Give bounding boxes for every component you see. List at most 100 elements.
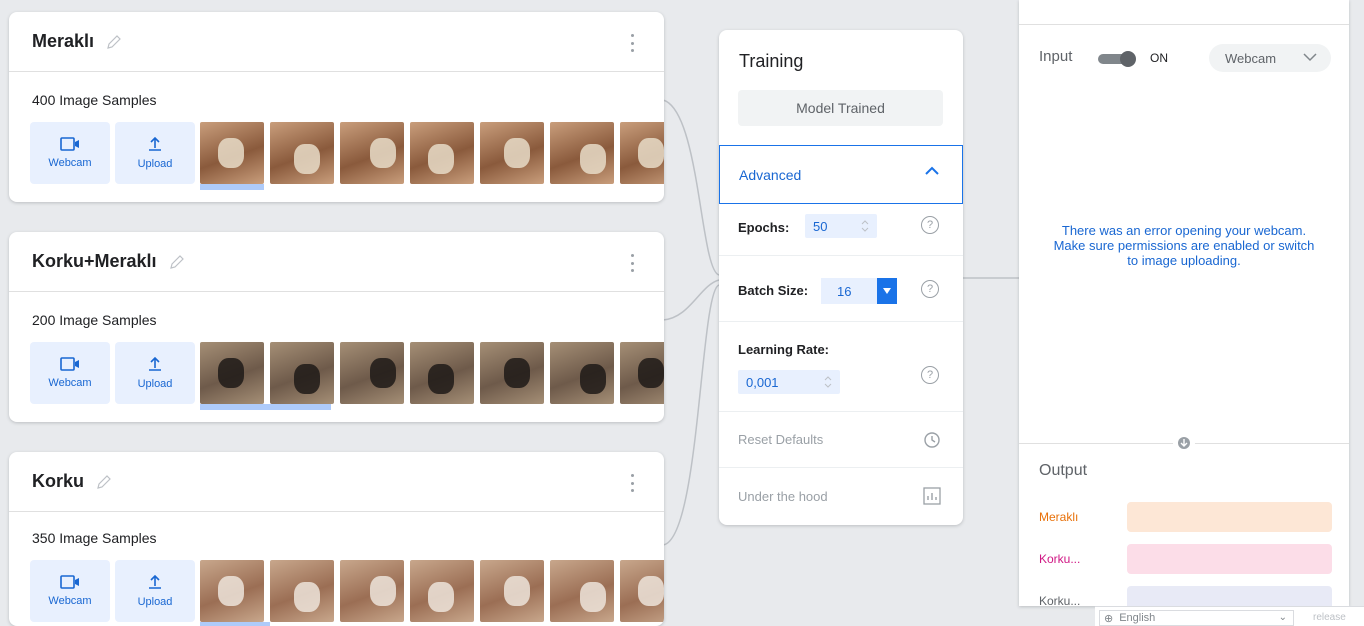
webcam-button[interactable]: Webcam	[30, 122, 110, 184]
class-name[interactable]: Meraklı	[32, 31, 94, 52]
edit-pencil-icon[interactable]	[169, 254, 185, 270]
output-label: Output	[1039, 462, 1088, 479]
more-options-icon[interactable]	[630, 254, 634, 272]
sample-thumbnail[interactable]	[200, 342, 264, 404]
release-link[interactable]: release	[1313, 612, 1346, 623]
sample-thumbnail[interactable]	[550, 560, 614, 622]
input-toggle[interactable]	[1098, 51, 1136, 67]
help-icon[interactable]: ?	[921, 216, 939, 234]
preview-top-divider	[1019, 24, 1349, 25]
sample-thumbnail[interactable]	[480, 560, 544, 622]
sample-thumbnail[interactable]	[550, 122, 614, 184]
output-class-name: Korku...	[1039, 552, 1081, 566]
learning-rate-input[interactable]: 0,001	[738, 370, 840, 394]
input-source-value: Webcam	[1225, 50, 1277, 66]
confidence-bar	[1127, 502, 1332, 532]
class-card-merakli: Meraklı 400 Image Samples Webcam Upload	[9, 12, 664, 202]
upload-icon	[149, 136, 161, 151]
class-name[interactable]: Korku	[32, 471, 84, 492]
webcam-button[interactable]: Webcam	[30, 560, 110, 622]
more-options-icon[interactable]	[630, 34, 634, 52]
advanced-toggle[interactable]: Advanced	[719, 145, 963, 204]
upload-button-label: Upload	[137, 158, 173, 170]
learning-rate-value: 0,001	[746, 374, 779, 390]
edit-pencil-icon[interactable]	[106, 34, 122, 50]
language-value: English	[1119, 612, 1156, 624]
arrow-down-icon	[1173, 432, 1195, 454]
input-source-select[interactable]: Webcam	[1209, 44, 1331, 72]
epochs-value: 50	[813, 218, 828, 234]
webcam-error-message: There was an error opening your webcam. …	[1053, 223, 1315, 268]
upload-button[interactable]: Upload	[115, 122, 195, 184]
webcam-icon	[60, 137, 79, 151]
epochs-label: Epochs:	[738, 220, 790, 235]
sample-thumbnail[interactable]	[620, 342, 664, 404]
batch-size-row: Batch Size: 16 ?	[719, 256, 963, 322]
training-title: Training	[739, 51, 804, 71]
webcam-icon	[60, 575, 79, 589]
sample-thumbnail[interactable]	[340, 560, 404, 622]
history-icon	[924, 432, 940, 448]
globe-icon: ⊕	[1104, 612, 1114, 625]
help-icon[interactable]: ?	[921, 280, 939, 298]
webcam-icon	[60, 357, 79, 371]
upload-button[interactable]: Upload	[115, 560, 195, 622]
sample-thumbnail[interactable]	[270, 342, 334, 404]
sample-thumbnail[interactable]	[200, 560, 264, 622]
edit-pencil-icon[interactable]	[96, 474, 112, 490]
chevron-down-icon	[1303, 53, 1317, 62]
upload-button-label: Upload	[137, 378, 173, 390]
sample-count: 350 Image Samples	[32, 530, 157, 546]
batch-size-select[interactable]: 16	[821, 278, 897, 304]
dropdown-arrow-icon[interactable]	[877, 278, 897, 304]
output-class-name: Korku...	[1039, 594, 1081, 606]
sample-thumbnail[interactable]	[270, 560, 334, 622]
upload-icon	[149, 356, 161, 371]
training-panel: Training Model Trained Advanced Epochs: …	[719, 30, 963, 525]
spinner-icon[interactable]	[824, 376, 832, 388]
sample-thumbnail[interactable]	[270, 122, 334, 184]
sample-thumbnail[interactable]	[480, 342, 544, 404]
reset-defaults-label: Reset Defaults	[738, 432, 824, 447]
toggle-state-label: ON	[1150, 51, 1168, 65]
sample-thumbnail[interactable]	[550, 342, 614, 404]
train-model-button[interactable]: Model Trained	[738, 90, 943, 126]
output-row: Korku...	[1039, 544, 1339, 574]
help-icon[interactable]: ?	[921, 366, 939, 384]
output-row: Meraklı	[1039, 502, 1339, 532]
more-options-icon[interactable]	[630, 474, 634, 492]
chevron-down-icon: ⌄	[1278, 612, 1287, 623]
sample-thumbnail[interactable]	[410, 122, 474, 184]
sample-thumbnail[interactable]	[200, 122, 264, 184]
class-card-korku-merakli: Korku+Meraklı 200 Image Samples Webcam U…	[9, 232, 664, 422]
epochs-row: Epochs: 50 ?	[719, 204, 963, 256]
class-name[interactable]: Korku+Meraklı	[32, 251, 157, 272]
webcam-button-label: Webcam	[48, 377, 92, 389]
reset-defaults-button[interactable]: Reset Defaults	[719, 412, 963, 468]
sample-thumbnail[interactable]	[340, 342, 404, 404]
language-select[interactable]: ⊕ English ⌄	[1099, 610, 1294, 626]
learning-rate-label: Learning Rate:	[738, 342, 830, 357]
language-footer: ⊕ English ⌄ release	[1095, 606, 1364, 626]
batch-size-label: Batch Size:	[738, 283, 809, 298]
sample-thumbnail[interactable]	[480, 122, 544, 184]
chevron-up-icon	[925, 166, 939, 175]
under-the-hood-button[interactable]: Under the hood	[719, 468, 963, 524]
output-row: Korku...	[1039, 586, 1339, 606]
upload-button[interactable]: Upload	[115, 342, 195, 404]
sample-thumbnail[interactable]	[410, 342, 474, 404]
selection-indicator	[200, 622, 270, 626]
sample-thumbnail[interactable]	[620, 560, 664, 622]
sample-thumbnail[interactable]	[410, 560, 474, 622]
spinner-icon[interactable]	[861, 220, 869, 232]
sample-thumbnail[interactable]	[340, 122, 404, 184]
under-the-hood-label: Under the hood	[738, 488, 828, 504]
epochs-input[interactable]: 50	[805, 214, 877, 238]
selection-indicator	[200, 404, 331, 410]
class-card-korku: Korku 350 Image Samples Webcam Upload	[9, 452, 664, 626]
preview-panel: Input ON Webcam There was an error openi…	[1019, 0, 1349, 606]
confidence-bar	[1127, 544, 1332, 574]
sample-thumbnail[interactable]	[620, 122, 664, 184]
advanced-label: Advanced	[739, 166, 802, 183]
webcam-button[interactable]: Webcam	[30, 342, 110, 404]
